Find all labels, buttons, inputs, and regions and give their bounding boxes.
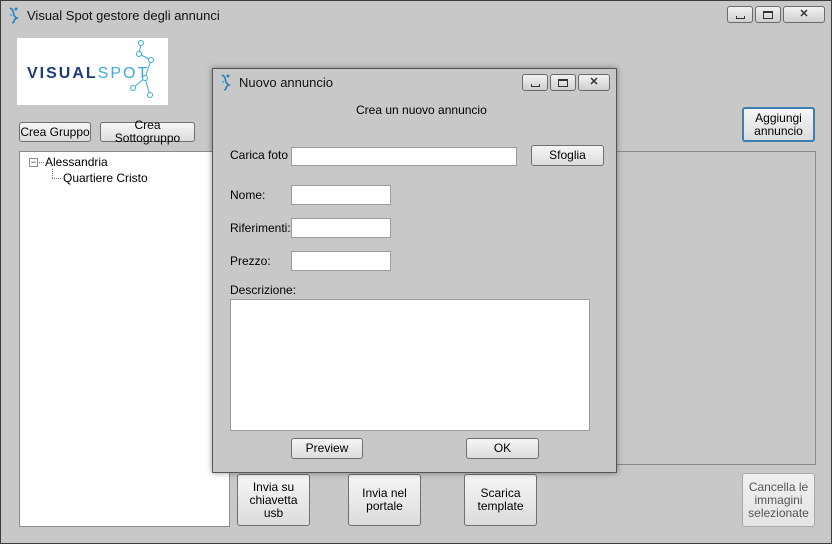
visual-spot-logo: VISUALSPOT xyxy=(17,38,168,105)
tree-expander-icon[interactable]: − xyxy=(29,158,38,167)
riferimenti-label: Riferimenti: xyxy=(230,221,291,235)
dialog-title: Nuovo annuncio xyxy=(239,74,333,90)
dialog-titlebar[interactable]: Nuovo annuncio ✕ xyxy=(213,69,616,95)
descrizione-label: Descrizione: xyxy=(230,283,297,297)
logo-word-visual: VISUAL xyxy=(27,65,98,82)
main-window-title: Visual Spot gestore degli annunci xyxy=(27,7,220,23)
dialog-heading: Crea un nuovo annuncio xyxy=(356,103,487,117)
tree-node-quartiere-cristo[interactable]: Quartiere Cristo xyxy=(63,171,148,185)
scarica-template-button[interactable]: Scarica template xyxy=(464,474,537,526)
tree-connector xyxy=(39,162,44,163)
logo-word-spot: SPOT xyxy=(97,65,150,82)
sfoglia-button[interactable]: Sfoglia xyxy=(531,145,604,166)
nome-label: Nome: xyxy=(230,188,266,202)
tree-connector xyxy=(52,169,53,178)
preview-button[interactable]: Preview xyxy=(291,438,363,459)
dialog-controls: ✕ xyxy=(522,74,610,91)
cancella-immagini-button[interactable]: Cancella le immagini selezionate xyxy=(742,473,815,527)
close-button[interactable]: ✕ xyxy=(783,6,825,23)
descrizione-textarea[interactable] xyxy=(230,299,590,431)
invia-usb-button[interactable]: Invia su chiavetta usb xyxy=(237,474,310,526)
maximize-button[interactable] xyxy=(755,6,781,23)
carica-foto-field[interactable] xyxy=(291,147,517,166)
dialog-minimize-button[interactable] xyxy=(522,74,548,91)
prezzo-label: Prezzo: xyxy=(230,254,271,268)
maximize-icon xyxy=(558,78,568,87)
main-titlebar[interactable]: Visual Spot gestore degli annunci ✕ xyxy=(1,1,831,29)
tree-connector xyxy=(52,178,61,179)
riferimenti-field[interactable] xyxy=(291,218,391,238)
maximize-icon xyxy=(763,10,773,19)
invia-portale-button[interactable]: Invia nel portale xyxy=(348,474,421,526)
minimize-icon xyxy=(530,84,540,87)
nome-field[interactable] xyxy=(291,185,391,205)
main-window-controls: ✕ xyxy=(727,6,825,23)
app-icon xyxy=(7,6,21,24)
aggiungi-annuncio-button[interactable]: Aggiungi annuncio xyxy=(742,107,815,142)
minimize-icon xyxy=(735,16,745,19)
tree-node-alessandria[interactable]: Alessandria xyxy=(45,155,108,169)
close-icon: ✕ xyxy=(799,8,809,20)
dialog-maximize-button[interactable] xyxy=(550,74,576,91)
image-panel xyxy=(616,151,816,465)
dialog-app-icon xyxy=(219,73,233,91)
close-icon: ✕ xyxy=(589,76,599,88)
prezzo-field[interactable] xyxy=(291,251,391,271)
minimize-button[interactable] xyxy=(727,6,753,23)
group-tree[interactable]: − Alessandria Quartiere Cristo xyxy=(19,151,230,527)
crea-sottogruppo-button[interactable]: Crea Sottogruppo xyxy=(100,119,195,145)
nuovo-annuncio-dialog: Nuovo annuncio ✕ Crea un nuovo annuncio … xyxy=(212,68,617,473)
carica-foto-label: Carica foto xyxy=(230,148,289,162)
dialog-close-button[interactable]: ✕ xyxy=(578,74,610,91)
logo-wordmark: VISUALSPOT xyxy=(27,65,149,83)
ok-button[interactable]: OK xyxy=(466,438,539,459)
crea-gruppo-button[interactable]: Crea Gruppo xyxy=(19,122,91,142)
